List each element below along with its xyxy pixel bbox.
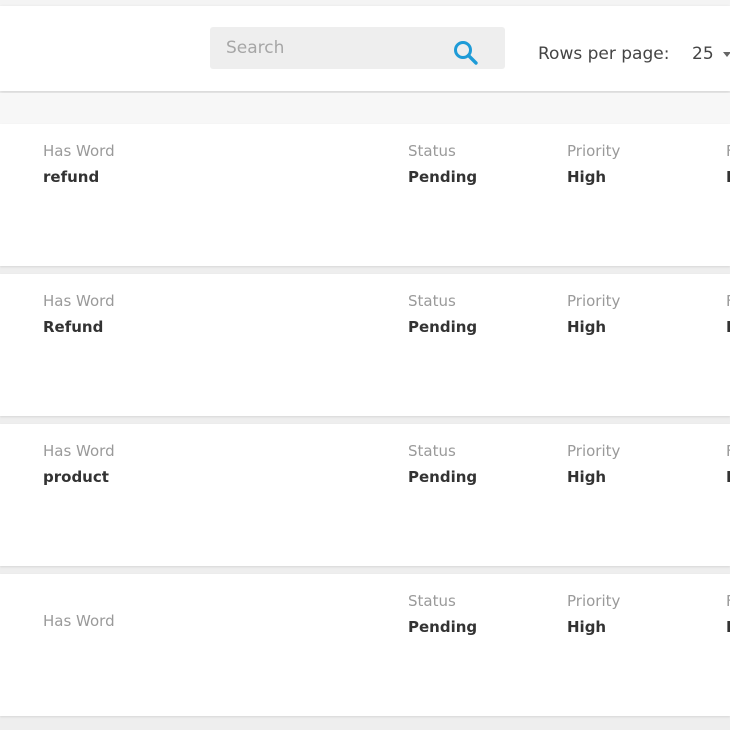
extra-column-label: F xyxy=(726,442,730,460)
priority-label: Priority xyxy=(567,142,621,160)
has-word-label: Has Word xyxy=(43,142,115,160)
has-word-value: product xyxy=(43,468,109,486)
has-word-label: Has Word xyxy=(43,292,115,310)
rules-list: Has Word refund Status Pending Priority … xyxy=(0,124,730,724)
has-word-value: refund xyxy=(43,168,100,186)
status-value: Pending xyxy=(408,618,478,636)
priority-value: High xyxy=(567,318,607,336)
has-word-label: Has Word xyxy=(43,442,115,460)
table-row[interactable]: Has Word product Status Pending Priority… xyxy=(0,424,730,566)
rows-per-page-label: Rows per page: xyxy=(538,44,670,64)
has-word-value: Refund xyxy=(43,318,104,336)
extra-column-value: N xyxy=(726,618,730,636)
table-row[interactable]: Has Word refund Status Pending Priority … xyxy=(0,124,730,266)
extra-column-label: F xyxy=(726,292,730,310)
has-word-label: Has Word xyxy=(43,612,115,630)
status-label: Status xyxy=(408,292,456,310)
status-value: Pending xyxy=(408,318,478,336)
rows-per-page-select[interactable]: 25 xyxy=(692,44,714,64)
priority-value: High xyxy=(567,168,607,186)
list-header xyxy=(0,93,730,124)
toolbar: Rows per page: 25 xyxy=(0,6,730,91)
search-input[interactable] xyxy=(210,27,450,69)
status-label: Status xyxy=(408,142,456,160)
table-row[interactable]: Has Word Refund Status Pending Priority … xyxy=(0,274,730,416)
status-label: Status xyxy=(408,442,456,460)
caret-down-icon[interactable] xyxy=(723,52,730,57)
table-row[interactable]: Has Word Status Pending Priority High F … xyxy=(0,574,730,716)
status-value: Pending xyxy=(408,168,478,186)
search-icon[interactable] xyxy=(453,40,479,66)
priority-label: Priority xyxy=(567,442,621,460)
extra-column-label: F xyxy=(726,592,730,610)
status-label: Status xyxy=(408,592,456,610)
extra-column-label: F xyxy=(726,142,730,160)
priority-value: High xyxy=(567,618,607,636)
extra-column-value: N xyxy=(726,318,730,336)
priority-label: Priority xyxy=(567,592,621,610)
priority-value: High xyxy=(567,468,607,486)
extra-column-value: N xyxy=(726,168,730,186)
status-value: Pending xyxy=(408,468,478,486)
priority-label: Priority xyxy=(567,292,621,310)
extra-column-value: N xyxy=(726,468,730,486)
